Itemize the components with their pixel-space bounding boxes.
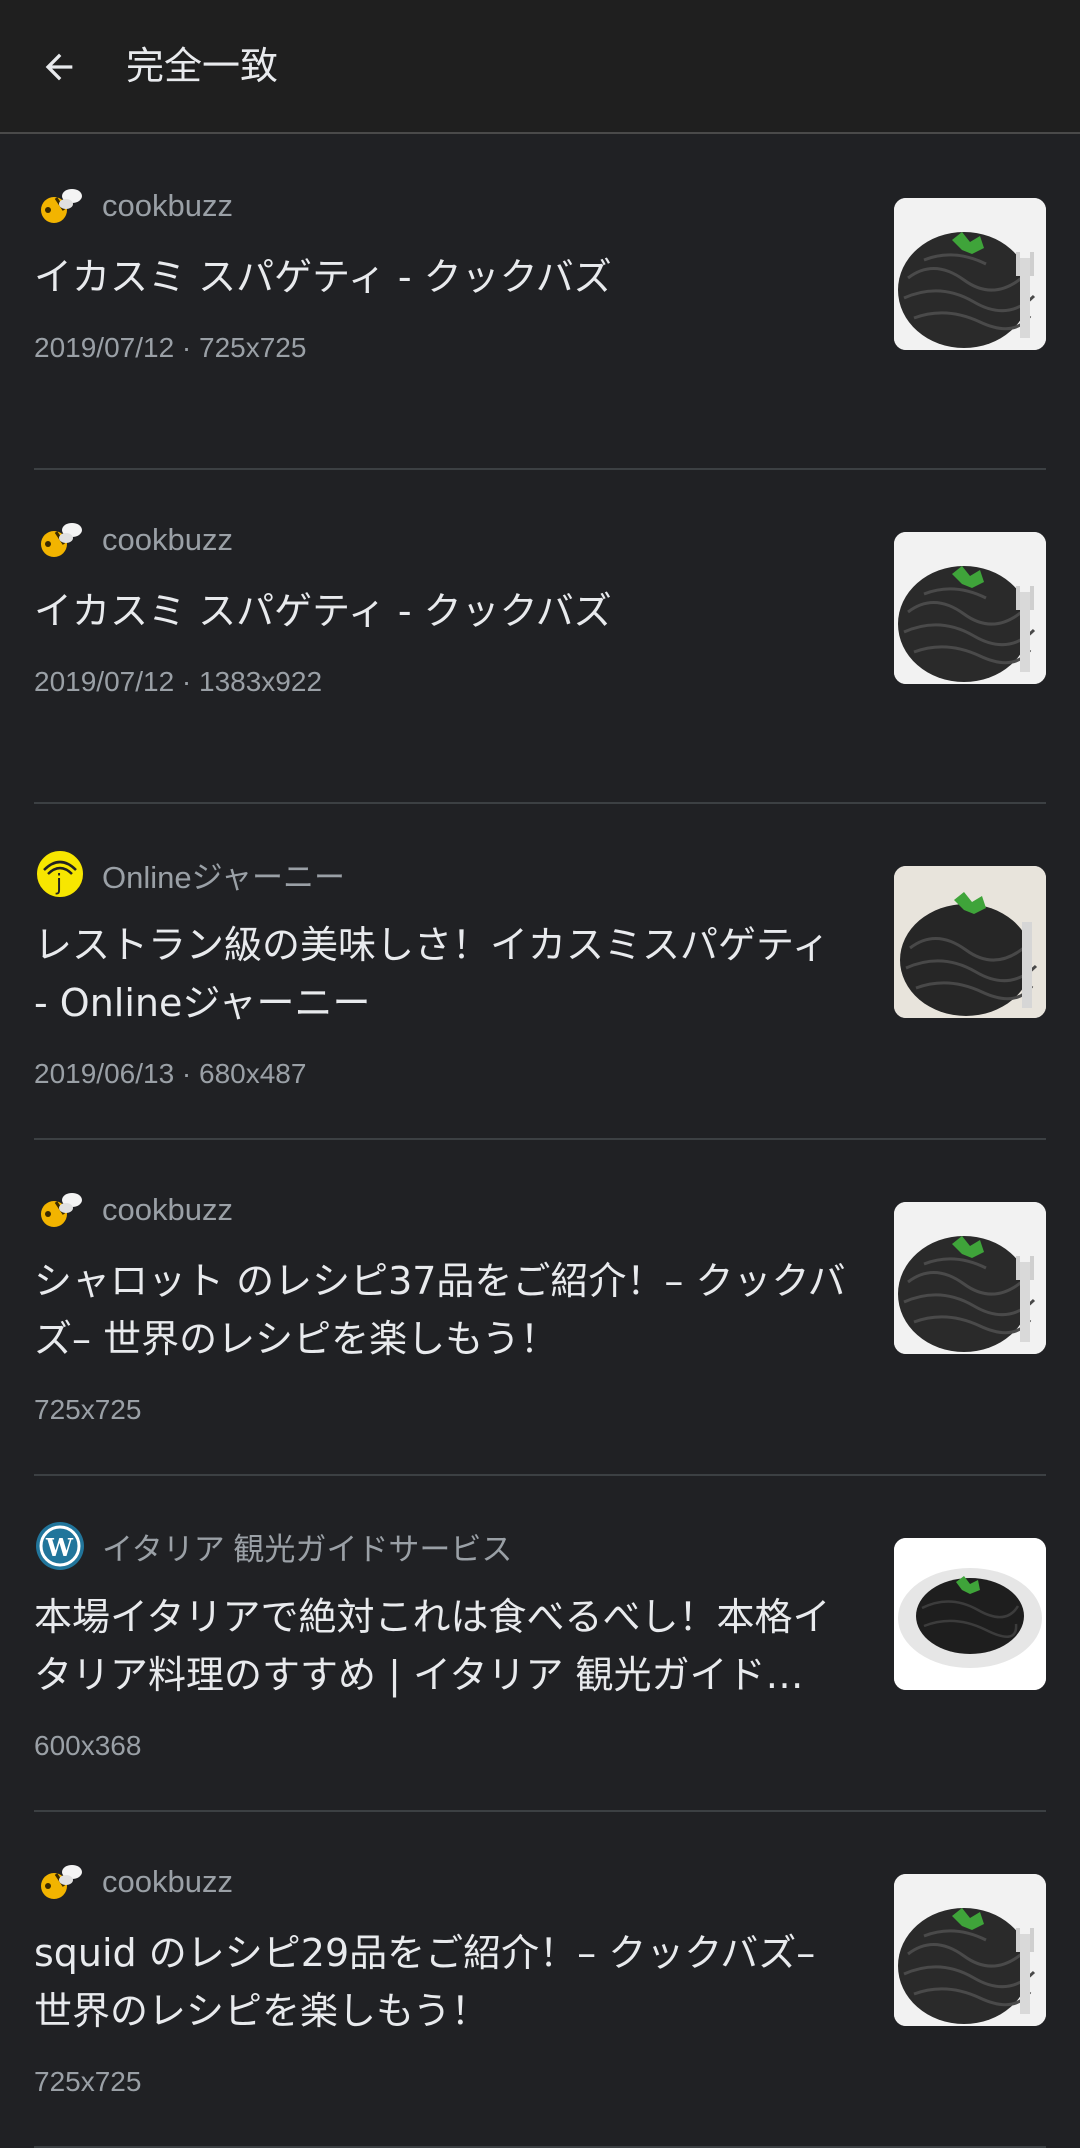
source-name: cookbuzz bbox=[102, 188, 233, 223]
result-item[interactable]: W イタリア 観光ガイドサービス 本場イタリアで絶対これは食べるべし！本格イタリ… bbox=[34, 1476, 1046, 1812]
result-meta: 2019/07/12 · 1383x922 bbox=[34, 666, 323, 697]
svg-text:j: j bbox=[55, 871, 62, 896]
result-meta: 725x725 bbox=[34, 2066, 142, 2097]
result-item[interactable]: cookbuzz squid のレシピ29品をご紹介！– クックバズ– 世界のレ… bbox=[34, 1812, 1046, 2148]
result-thumbnail[interactable] bbox=[894, 866, 1046, 1018]
result-title[interactable]: レストラン級の美味しさ！イカスミスパゲティ - Onlineジャーニー bbox=[34, 916, 854, 1032]
wordpress-icon: W bbox=[34, 1520, 86, 1572]
result-thumbnail[interactable] bbox=[894, 1874, 1046, 2026]
result-item[interactable]: cookbuzz イカスミ スパゲティ - クックバズ 2019/07/12 ·… bbox=[34, 136, 1046, 470]
bee-icon bbox=[34, 180, 86, 232]
source-name: イタリア 観光ガイドサービス bbox=[102, 1531, 513, 1567]
result-meta: 600x368 bbox=[34, 1730, 142, 1761]
result-thumbnail[interactable] bbox=[894, 1202, 1046, 1354]
source-row: cookbuzz bbox=[34, 1184, 233, 1236]
source-name: cookbuzz bbox=[102, 1864, 233, 1899]
result-thumbnail[interactable] bbox=[894, 198, 1046, 350]
result-item[interactable]: j Onlineジャーニー レストラン級の美味しさ！イカスミスパゲティ - On… bbox=[34, 804, 1046, 1140]
result-title[interactable]: 本場イタリアで絶対これは食べるべし！本格イタリア料理のすすめ | イタリア 観光… bbox=[34, 1588, 854, 1704]
result-title[interactable]: シャロット のレシピ37品をご紹介！– クックバズ– 世界のレシピを楽しもう！ bbox=[34, 1252, 854, 1368]
result-thumbnail[interactable] bbox=[894, 532, 1046, 684]
bee-icon bbox=[34, 1856, 86, 1908]
arrow-back-icon bbox=[45, 53, 73, 81]
source-row: cookbuzz bbox=[34, 514, 233, 566]
result-meta: 2019/07/12 · 725x725 bbox=[34, 332, 307, 363]
result-item[interactable]: cookbuzz イカスミ スパゲティ - クックバズ 2019/07/12 ·… bbox=[34, 470, 1046, 804]
result-title[interactable]: squid のレシピ29品をご紹介！– クックバズ– 世界のレシピを楽しもう！ bbox=[34, 1924, 854, 2040]
source-name: cookbuzz bbox=[102, 1192, 233, 1227]
result-title[interactable]: イカスミ スパゲティ - クックバズ bbox=[34, 248, 854, 306]
results-list: cookbuzz イカスミ スパゲティ - クックバズ 2019/07/12 ·… bbox=[0, 136, 1080, 2148]
source-name: Onlineジャーニー bbox=[102, 859, 346, 895]
back-button[interactable] bbox=[26, 29, 92, 105]
bee-icon bbox=[34, 514, 86, 566]
result-meta: 725x725 bbox=[34, 1394, 142, 1425]
result-title[interactable]: イカスミ スパゲティ - クックバズ bbox=[34, 582, 854, 640]
source-name: cookbuzz bbox=[102, 522, 233, 557]
bee-icon bbox=[34, 1184, 86, 1236]
result-item[interactable]: cookbuzz シャロット のレシピ37品をご紹介！– クックバズ– 世界のレ… bbox=[34, 1140, 1046, 1476]
source-row: cookbuzz bbox=[34, 180, 233, 232]
svg-text:W: W bbox=[45, 1533, 74, 1562]
source-row: W イタリア 観光ガイドサービス bbox=[34, 1520, 512, 1572]
result-meta: 2019/06/13 · 680x487 bbox=[34, 1058, 307, 1089]
source-row: j Onlineジャーニー bbox=[34, 848, 345, 900]
top-app-bar: 完全一致 bbox=[0, 0, 1080, 134]
source-row: cookbuzz bbox=[34, 1856, 233, 1908]
result-thumbnail[interactable] bbox=[894, 1538, 1046, 1690]
page-title: 完全一致 bbox=[126, 44, 279, 88]
onlinejourney-icon: j bbox=[34, 848, 86, 900]
